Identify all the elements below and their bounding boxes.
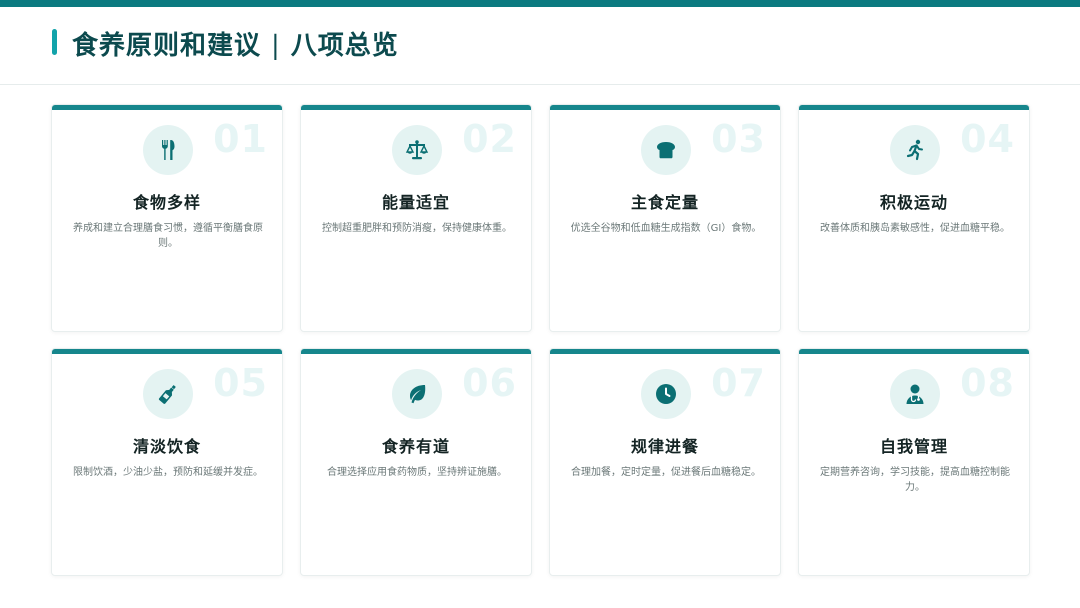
principle-card-7: 07 规律进餐 合理加餐，定时定量，促进餐后血糖稳定。 [549, 348, 781, 576]
card-icon-circle [641, 369, 691, 419]
card-top-strip [550, 349, 780, 354]
card-description: 养成和建立合理膳食习惯，遵循平衡膳食原则。 [73, 223, 263, 249]
card-number: 03 [711, 117, 766, 161]
card-title: 规律进餐 [630, 437, 699, 456]
card-number: 04 [960, 117, 1015, 161]
fork-knife-icon [162, 140, 175, 160]
title-accent-bar [52, 29, 57, 55]
card-top-strip [799, 105, 1029, 110]
doctor-icon [906, 384, 924, 404]
principle-card-6: 06 食养有道 合理选择应用食药物质，坚持辨证施膳。 [300, 348, 532, 576]
title-separator: | [271, 31, 281, 61]
card-top-strip [799, 349, 1029, 354]
card-description: 合理选择应用食药物质，坚持辨证施膳。 [327, 467, 507, 478]
balance-scale-icon [405, 140, 429, 160]
card-number: 08 [960, 361, 1015, 405]
principle-card-8: 08 自我管理 定期营养咨询，学习技能，提高血糖控制能力。 [798, 348, 1030, 576]
principle-card-3: 03 主食定量 优选全谷物和低血糖生成指数（GI）食物。 [549, 104, 781, 332]
page-header: 食养原则和建议 | 八项总览 [0, 7, 1080, 85]
card-icon-circle [143, 369, 193, 419]
bread-icon [657, 142, 675, 159]
card-top-strip [52, 349, 282, 354]
card-top-strip [301, 105, 531, 110]
top-accent-bar [0, 0, 1080, 7]
card-title: 主食定量 [630, 193, 699, 212]
card-icon-circle [392, 369, 442, 419]
page-title-sub: 八项总览 [290, 31, 399, 61]
card-description: 限制饮酒，少油少盐，预防和延缓并发症。 [73, 467, 263, 478]
card-title: 清淡饮食 [132, 437, 201, 456]
card-number: 06 [462, 361, 517, 405]
card-description: 优选全谷物和低血糖生成指数（GI）食物。 [570, 223, 762, 234]
card-title: 自我管理 [879, 437, 948, 456]
card-title: 食养有道 [381, 437, 450, 456]
card-icon-circle [392, 125, 442, 175]
running-icon [906, 139, 923, 161]
leaf-icon [410, 385, 426, 404]
clock-icon [656, 384, 676, 404]
card-description: 控制超重肥胖和预防消瘦，保持健康体重。 [322, 223, 512, 234]
card-title: 积极运动 [879, 193, 948, 212]
card-icon-circle [641, 125, 691, 175]
card-number: 05 [213, 361, 268, 405]
card-number: 07 [711, 361, 766, 405]
principle-card-5: 05 清淡饮食 限制饮酒，少油少盐，预防和延缓并发症。 [51, 348, 283, 576]
card-number: 02 [462, 117, 517, 161]
card-title: 食物多样 [132, 193, 201, 212]
page-title: 食养原则和建议 | 八项总览 [72, 25, 399, 62]
card-icon-circle [143, 125, 193, 175]
page-title-main: 食养原则和建议 [72, 31, 262, 61]
card-description: 改善体质和胰岛素敏感性，促进血糖平稳。 [820, 223, 1010, 234]
card-top-strip [550, 105, 780, 110]
card-icon-circle [890, 125, 940, 175]
principle-card-4: 04 积极运动 改善体质和胰岛素敏感性，促进血糖平稳。 [798, 104, 1030, 332]
card-top-strip [52, 105, 282, 110]
principle-card-1: 01 食物多样 养成和建立合理膳食习惯，遵循平衡膳食原则。 [51, 104, 283, 332]
card-title: 能量适宜 [381, 193, 450, 212]
card-top-strip [301, 349, 531, 354]
card-number: 01 [213, 117, 268, 161]
principle-card-2: 02 能量适宜 控制超重肥胖和预防消瘦，保持健康体重。 [300, 104, 532, 332]
bottle-icon [158, 385, 176, 404]
card-description: 合理加餐，定时定量，促进餐后血糖稳定。 [571, 467, 761, 478]
card-icon-circle [890, 369, 940, 419]
card-description: 定期营养咨询，学习技能，提高血糖控制能力。 [820, 467, 1010, 493]
